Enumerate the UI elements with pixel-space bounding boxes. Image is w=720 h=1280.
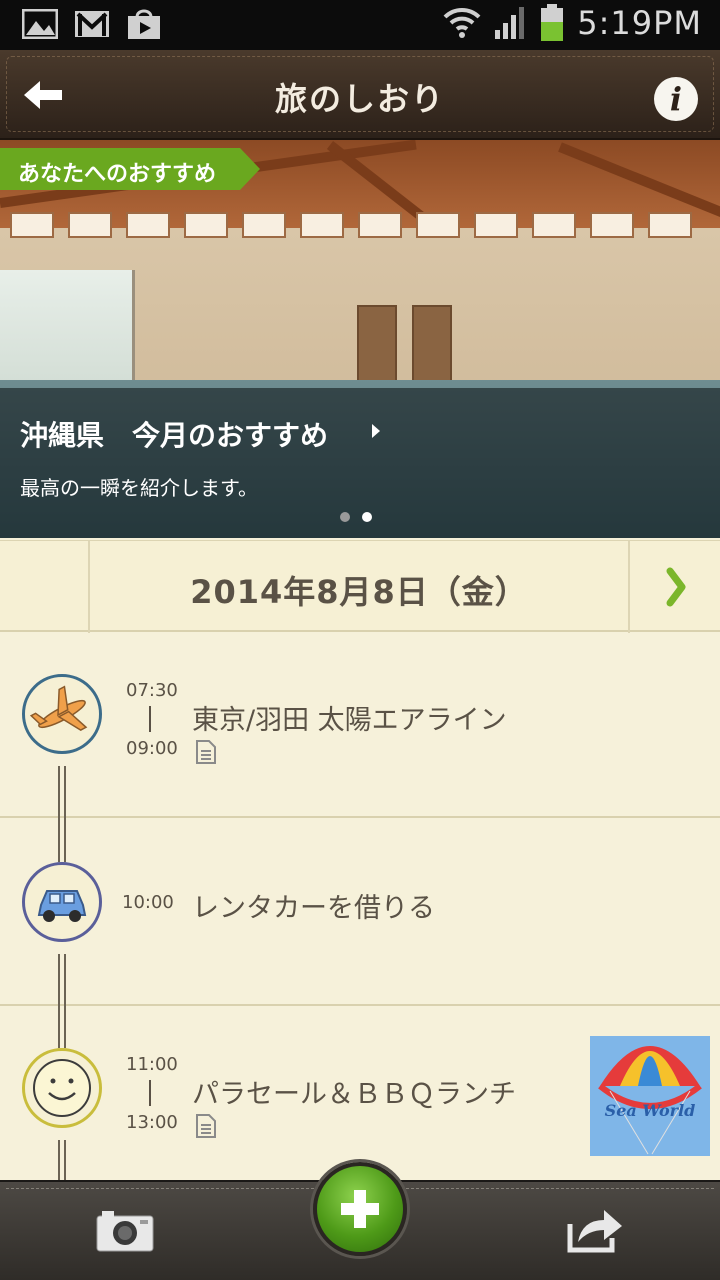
memo-icon bbox=[196, 1114, 216, 1138]
banner-caption: 沖縄県 今月のおすすめ 最高の一瞬を紹介します。 bbox=[0, 388, 720, 538]
recommendation-banner[interactable]: あなたへのおすすめ 沖縄県 今月のおすすめ 最高の一瞬を紹介します。 bbox=[0, 140, 720, 538]
start-time: 10:00 bbox=[122, 892, 174, 913]
page-title: 旅のしおり bbox=[274, 80, 445, 118]
event-thumbnail[interactable]: Sea World bbox=[590, 1036, 710, 1156]
recommend-tag-label: あなたへのおすすめ bbox=[18, 162, 217, 187]
date-bar: 2014年8月8日（金） bbox=[0, 540, 720, 633]
event-title: 東京/羽田 太陽エアライン bbox=[192, 705, 507, 736]
timeline-connector bbox=[58, 766, 66, 818]
event-title: パラセール＆ＢＢＱランチ bbox=[192, 1079, 516, 1110]
schedule-item[interactable]: 07:30 09:00 東京/羽田 太陽エアライン bbox=[0, 632, 720, 818]
camera-icon[interactable] bbox=[96, 1208, 154, 1252]
chevron-right-icon[interactable] bbox=[630, 541, 720, 633]
page-indicator bbox=[340, 512, 372, 522]
signal-icon bbox=[495, 7, 525, 39]
store-icon bbox=[128, 9, 160, 39]
status-bar: 5:19PM bbox=[0, 0, 720, 50]
timeline-connector bbox=[58, 1006, 66, 1048]
schedule-item[interactable]: 10:00 レンタカーを借りる bbox=[0, 818, 720, 1006]
page-dot-active[interactable] bbox=[362, 512, 372, 522]
plus-icon bbox=[341, 1190, 379, 1228]
app-header: 旅のしおり i bbox=[0, 50, 720, 140]
timeline-connector bbox=[58, 954, 66, 1006]
event-title: レンタカーを借りる bbox=[192, 893, 435, 924]
caret-right-icon bbox=[372, 424, 380, 438]
share-icon[interactable] bbox=[566, 1206, 624, 1254]
date-label: 2014年8月8日（金） bbox=[190, 573, 528, 611]
start-time: 11:00 bbox=[126, 1054, 178, 1075]
time-range-bar bbox=[149, 706, 151, 732]
info-icon[interactable]: i bbox=[654, 77, 698, 121]
time-range-bar bbox=[149, 1080, 151, 1106]
smiley-icon bbox=[22, 1048, 102, 1128]
end-time: 13:00 bbox=[126, 1112, 178, 1133]
page-dot[interactable] bbox=[340, 512, 350, 522]
clock: 5:19PM bbox=[577, 4, 702, 42]
timeline-connector bbox=[58, 818, 66, 862]
recommend-tag: あなたへのおすすめ bbox=[0, 148, 260, 190]
gmail-icon bbox=[75, 11, 109, 37]
start-time: 07:30 bbox=[126, 680, 178, 701]
airplane-icon bbox=[22, 674, 102, 754]
car-icon bbox=[22, 862, 102, 942]
schedule-list: 07:30 09:00 東京/羽田 太陽エアライン 10:00 レンタカーを借り… bbox=[0, 632, 720, 1192]
end-time: 09:00 bbox=[126, 738, 178, 759]
add-schedule-button[interactable] bbox=[313, 1162, 407, 1256]
banner-title: 沖縄県 今月のおすすめ bbox=[20, 419, 329, 452]
banner-subtitle: 最高の一瞬を紹介します。 bbox=[20, 476, 258, 500]
thumbnail-text: Sea World bbox=[605, 1101, 696, 1120]
gallery-icon bbox=[22, 9, 58, 39]
wifi-icon bbox=[443, 7, 481, 38]
memo-icon bbox=[196, 740, 216, 764]
battery-icon bbox=[541, 4, 564, 41]
banner-photo-windows bbox=[0, 212, 720, 242]
